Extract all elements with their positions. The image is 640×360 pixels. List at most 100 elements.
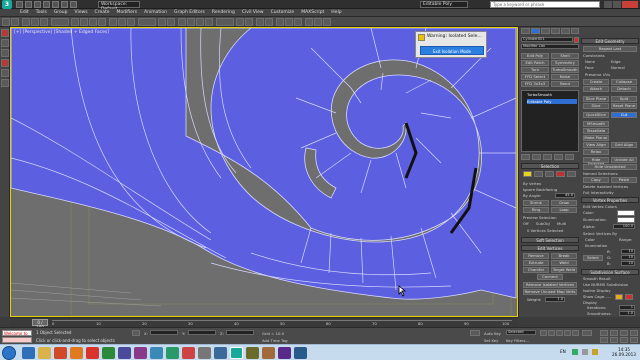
- modifier-button-shell[interactable]: Shell: [551, 53, 579, 59]
- taskbar-app-calculator[interactable]: [198, 347, 211, 359]
- scale-icon[interactable]: [127, 18, 135, 26]
- tab-utilities-icon[interactable]: [571, 28, 579, 34]
- zoom-icon[interactable]: [600, 330, 608, 336]
- select-vertex-color-button[interactable]: Select: [583, 255, 603, 261]
- hide-unselected-button[interactable]: Hide Unselected: [583, 164, 637, 170]
- constraint-edge-radio[interactable]: Edge: [611, 59, 621, 64]
- undo-icon[interactable]: [43, 1, 50, 8]
- viewport-canvas[interactable]: [11, 28, 518, 317]
- rotate-icon[interactable]: [118, 18, 126, 26]
- modifier-button-edit-patch[interactable]: Edit Patch: [521, 60, 549, 66]
- maxscript-output[interactable]: [2, 337, 32, 343]
- modifier-button-ffd-select[interactable]: FFD Select: [521, 74, 549, 80]
- reset-plane-button[interactable]: Reset Plane: [611, 103, 637, 109]
- pivot-center-icon[interactable]: [158, 18, 166, 26]
- key-filters-button[interactable]: Key Filters...: [506, 338, 529, 343]
- window-crossing-icon[interactable]: [98, 18, 106, 26]
- cut-button[interactable]: Cut: [611, 112, 637, 118]
- spinner-snap-icon[interactable]: [205, 18, 213, 26]
- object-color-swatch[interactable]: [574, 37, 579, 43]
- taskbar-app-folder[interactable]: [262, 347, 275, 359]
- range-g-spinner[interactable]: 10: [621, 255, 635, 260]
- app-logo-icon[interactable]: 3: [2, 0, 12, 9]
- select-by-name-icon[interactable]: [80, 18, 88, 26]
- make-planar-button[interactable]: Make Planar: [583, 135, 609, 141]
- minimize-button[interactable]: [604, 1, 612, 8]
- system-clock[interactable]: 14:35 26.09.2013: [612, 347, 636, 357]
- render-production-icon[interactable]: [323, 18, 331, 26]
- menu-civil-view[interactable]: Civil View: [242, 10, 264, 15]
- volume-icon[interactable]: [582, 349, 588, 355]
- named-selection-sets-dropdown[interactable]: [216, 18, 234, 26]
- configure-modifier-sets-icon[interactable]: [565, 154, 574, 160]
- remove-unused-map-verts-button[interactable]: Remove Unused Map Verts: [523, 289, 577, 295]
- delete-isolated-vertices-checkbox[interactable]: Delete Isolated Vertices: [583, 184, 628, 189]
- pin-stack-icon[interactable]: [521, 154, 530, 160]
- connect-button[interactable]: Connect: [537, 274, 563, 280]
- bind-space-warp-icon[interactable]: [40, 18, 48, 26]
- paste-button[interactable]: Paste: [611, 177, 637, 183]
- remove-isolated-vertices-button[interactable]: Remove Isolated Vertices: [523, 282, 577, 288]
- tray-icon[interactable]: [592, 349, 598, 355]
- edit-vertices-rollout-header[interactable]: Edit Vertices: [521, 245, 579, 251]
- ring-button[interactable]: Ring: [523, 207, 549, 213]
- select-manipulate-icon[interactable]: [167, 18, 175, 26]
- language-indicator[interactable]: EN: [560, 349, 566, 354]
- selection-tool-icon[interactable]: [1, 79, 9, 87]
- hold-icon[interactable]: [61, 1, 68, 8]
- hide-selected-button[interactable]: Hide Selected: [583, 157, 609, 166]
- z-coordinate-field[interactable]: [226, 330, 254, 335]
- attach-button[interactable]: Attach: [583, 86, 609, 92]
- walk-through-icon[interactable]: [620, 337, 628, 343]
- time-slider[interactable]: 0 / 100: [32, 319, 48, 330]
- weld-button[interactable]: Weld: [551, 260, 577, 266]
- zoom-all-icon[interactable]: [610, 330, 618, 336]
- pan-icon[interactable]: [620, 330, 628, 336]
- copy-button[interactable]: Copy: [583, 177, 609, 183]
- select-by-illumination-radio[interactable]: Illumination: [585, 243, 607, 248]
- stack-item-turbosmooth[interactable]: TurboSmooth: [527, 92, 552, 97]
- current-frame-field[interactable]: [582, 330, 592, 336]
- subdivision-surface-rollout-header[interactable]: Subdivision Surface: [581, 269, 639, 275]
- modifier-button-symmetry[interactable]: Symmetry: [551, 60, 579, 66]
- taskbar-app-excel[interactable]: [166, 347, 179, 359]
- timeline[interactable]: 0 / 100 0 10 20 30 40 50 60 70 80 90 100: [10, 317, 518, 330]
- add-time-tag[interactable]: Add Time Tag: [262, 338, 287, 343]
- taskbar-app-3dsmax[interactable]: [230, 347, 243, 359]
- preserve-uvs-checkbox[interactable]: Preserve UVs: [585, 72, 610, 77]
- stack-item-editable-poly[interactable]: Editable Poly: [527, 99, 577, 104]
- menu-tools[interactable]: Tools: [36, 10, 47, 15]
- maxscript-listener[interactable]: Welcome to MAX: [2, 330, 32, 341]
- snaps-toggle-icon[interactable]: [178, 18, 186, 26]
- modifier-button-edit-poly[interactable]: Edit Poly: [521, 53, 549, 59]
- cage-selected-color-swatch[interactable]: [625, 294, 633, 300]
- create-button[interactable]: Create: [583, 79, 609, 85]
- viewport-tool-icon[interactable]: [1, 39, 9, 47]
- menu-animation[interactable]: Animation: [144, 10, 167, 15]
- element-mode-icon[interactable]: [567, 171, 576, 177]
- preview-multi-radio[interactable]: Multi: [557, 221, 566, 226]
- iterations-spinner[interactable]: 1: [619, 305, 635, 310]
- unlink-icon[interactable]: [31, 18, 39, 26]
- relax-button[interactable]: Relax: [583, 149, 609, 155]
- undo-icon[interactable]: [2, 18, 10, 26]
- illumination-swatch[interactable]: [617, 217, 635, 223]
- graphite-ribbon-icon[interactable]: [265, 18, 273, 26]
- msmooth-button[interactable]: MSmooth: [583, 121, 609, 127]
- tab-motion-icon[interactable]: [551, 28, 560, 34]
- full-interactivity-checkbox[interactable]: Full Interactivity: [583, 190, 614, 195]
- loop-button[interactable]: Loop: [551, 207, 577, 213]
- menu-rendering[interactable]: Rendering: [212, 10, 235, 15]
- menu-modifiers[interactable]: Modifiers: [117, 10, 138, 15]
- percent-snap-icon[interactable]: [196, 18, 204, 26]
- range-b-spinner[interactable]: 10: [621, 261, 635, 266]
- break-button[interactable]: Break: [551, 253, 577, 259]
- fetch-icon[interactable]: [70, 1, 77, 8]
- tab-hierarchy-icon[interactable]: [541, 28, 550, 34]
- ignore-backfacing-checkbox[interactable]: Ignore Backfacing: [523, 187, 557, 192]
- scene-explorer-icon[interactable]: [1, 59, 9, 67]
- selection-filter-dropdown[interactable]: [51, 18, 69, 26]
- previous-frame-icon[interactable]: [548, 330, 555, 336]
- link-icon[interactable]: [22, 18, 30, 26]
- exit-isolation-button[interactable]: Exit Isolation Mode: [420, 46, 484, 55]
